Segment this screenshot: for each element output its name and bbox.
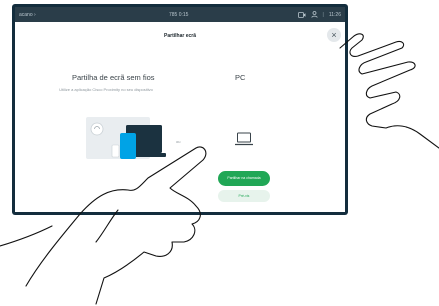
clock: 11:26 bbox=[328, 11, 341, 18]
close-button[interactable]: × bbox=[327, 28, 341, 42]
people-icon[interactable] bbox=[310, 11, 318, 18]
chevron-right-icon: › bbox=[34, 12, 36, 18]
proximity-icon bbox=[90, 122, 104, 136]
status-source-label: acano bbox=[19, 12, 33, 18]
pc-heading: PC bbox=[235, 73, 246, 82]
separator: | bbox=[322, 11, 324, 18]
status-right: | 11:26 bbox=[297, 11, 341, 18]
panel-title: Partilhar ecrã bbox=[164, 33, 196, 39]
status-bar: acano › 785 0:15 | 11:26 bbox=[15, 7, 345, 22]
video-device-frame: acano › 785 0:15 | 11:26 Partilhar ecrã … bbox=[12, 4, 348, 215]
preview-button[interactable]: Pré-vis bbox=[218, 190, 270, 202]
camera-icon[interactable] bbox=[297, 11, 306, 18]
touch-screen: acano › 785 0:15 | 11:26 Partilhar ecrã … bbox=[15, 7, 345, 212]
wireless-share-description: Utilize a aplicação Cisco Proximity no s… bbox=[59, 87, 153, 92]
share-in-call-button[interactable]: Partilhar na chamada bbox=[218, 171, 270, 186]
left-hand-fingers bbox=[0, 209, 119, 247]
close-icon: × bbox=[331, 30, 337, 40]
share-screen-panel: Partilhar ecrã × Partilha de ecrã sem fi… bbox=[15, 22, 345, 212]
small-phone bbox=[111, 144, 120, 158]
laptop-icon bbox=[235, 132, 253, 146]
or-label: ou bbox=[176, 139, 181, 144]
wireless-share-heading: Partilha de ecrã sem fios bbox=[72, 73, 155, 82]
status-left[interactable]: acano › bbox=[19, 12, 36, 18]
right-hand-outline bbox=[339, 33, 439, 149]
call-info: 785 0:15 bbox=[169, 12, 189, 18]
proximity-illustration bbox=[86, 117, 166, 159]
phone-device bbox=[120, 133, 136, 159]
